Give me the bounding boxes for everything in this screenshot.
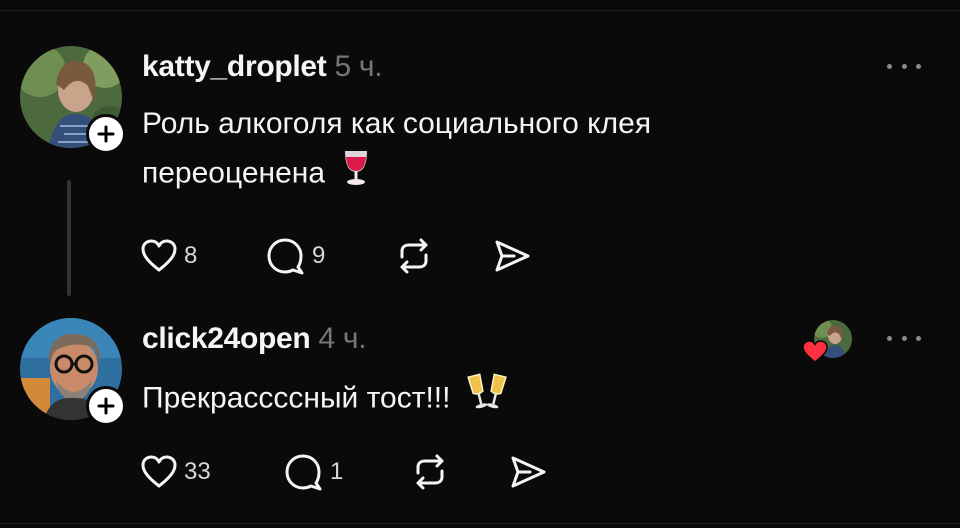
follow-button[interactable]	[86, 386, 126, 426]
timestamp: 5 ч.	[334, 50, 383, 83]
wine-glass-icon	[341, 148, 371, 201]
dot-icon	[887, 63, 892, 69]
share-button[interactable]	[492, 234, 532, 278]
liked-heart-icon	[802, 340, 828, 369]
reply-button[interactable]: 9	[266, 234, 325, 278]
reply-count: 1	[330, 458, 344, 485]
repost-button[interactable]	[410, 450, 450, 494]
dot-icon	[901, 63, 907, 69]
username[interactable]: click24open	[142, 322, 311, 355]
thread-line	[67, 180, 71, 296]
bottom-divider	[0, 523, 960, 524]
dot-icon	[887, 335, 892, 341]
like-count: 33	[184, 458, 211, 485]
top-divider	[0, 10, 960, 11]
clinking-glasses-icon	[466, 372, 507, 427]
dot-icon	[916, 63, 921, 69]
more-options-button[interactable]	[884, 328, 924, 348]
post-header: click24open 4 ч.	[142, 322, 367, 356]
post-text: Прекрассссный тост!!!	[142, 372, 842, 427]
like-button[interactable]: 33	[140, 450, 211, 494]
username[interactable]: katty_droplet	[142, 50, 327, 83]
post-header: katty_droplet 5 ч.	[142, 50, 383, 84]
heart-icon	[141, 455, 177, 488]
repost-icon	[416, 454, 444, 490]
reply-count: 9	[312, 242, 326, 269]
repost-icon	[400, 238, 428, 274]
heart-icon	[141, 239, 177, 272]
plus-icon	[97, 397, 115, 415]
comment-icon	[267, 238, 304, 275]
like-button[interactable]: 8	[140, 234, 197, 278]
like-count: 8	[184, 242, 198, 269]
timestamp: 4 ч.	[318, 322, 367, 355]
reply-button[interactable]: 1	[284, 450, 343, 494]
post-text-content: Роль алкоголя как социального клея перео…	[142, 107, 652, 190]
post-actions: 33 1	[140, 450, 560, 494]
repost-button[interactable]	[394, 234, 434, 278]
plus-icon	[97, 125, 115, 143]
share-button[interactable]	[508, 450, 548, 494]
post-text-content: Прекрассссный тост!!!	[142, 381, 451, 415]
more-options-button[interactable]	[884, 56, 924, 76]
dot-icon	[916, 335, 921, 341]
post-actions: 8 9	[140, 234, 540, 278]
post-text: Роль алкоголя как социального клея перео…	[142, 100, 842, 201]
send-icon	[511, 456, 546, 488]
comment-icon	[285, 454, 322, 491]
dot-icon	[901, 335, 907, 341]
send-icon	[495, 240, 530, 272]
follow-button[interactable]	[86, 114, 126, 154]
